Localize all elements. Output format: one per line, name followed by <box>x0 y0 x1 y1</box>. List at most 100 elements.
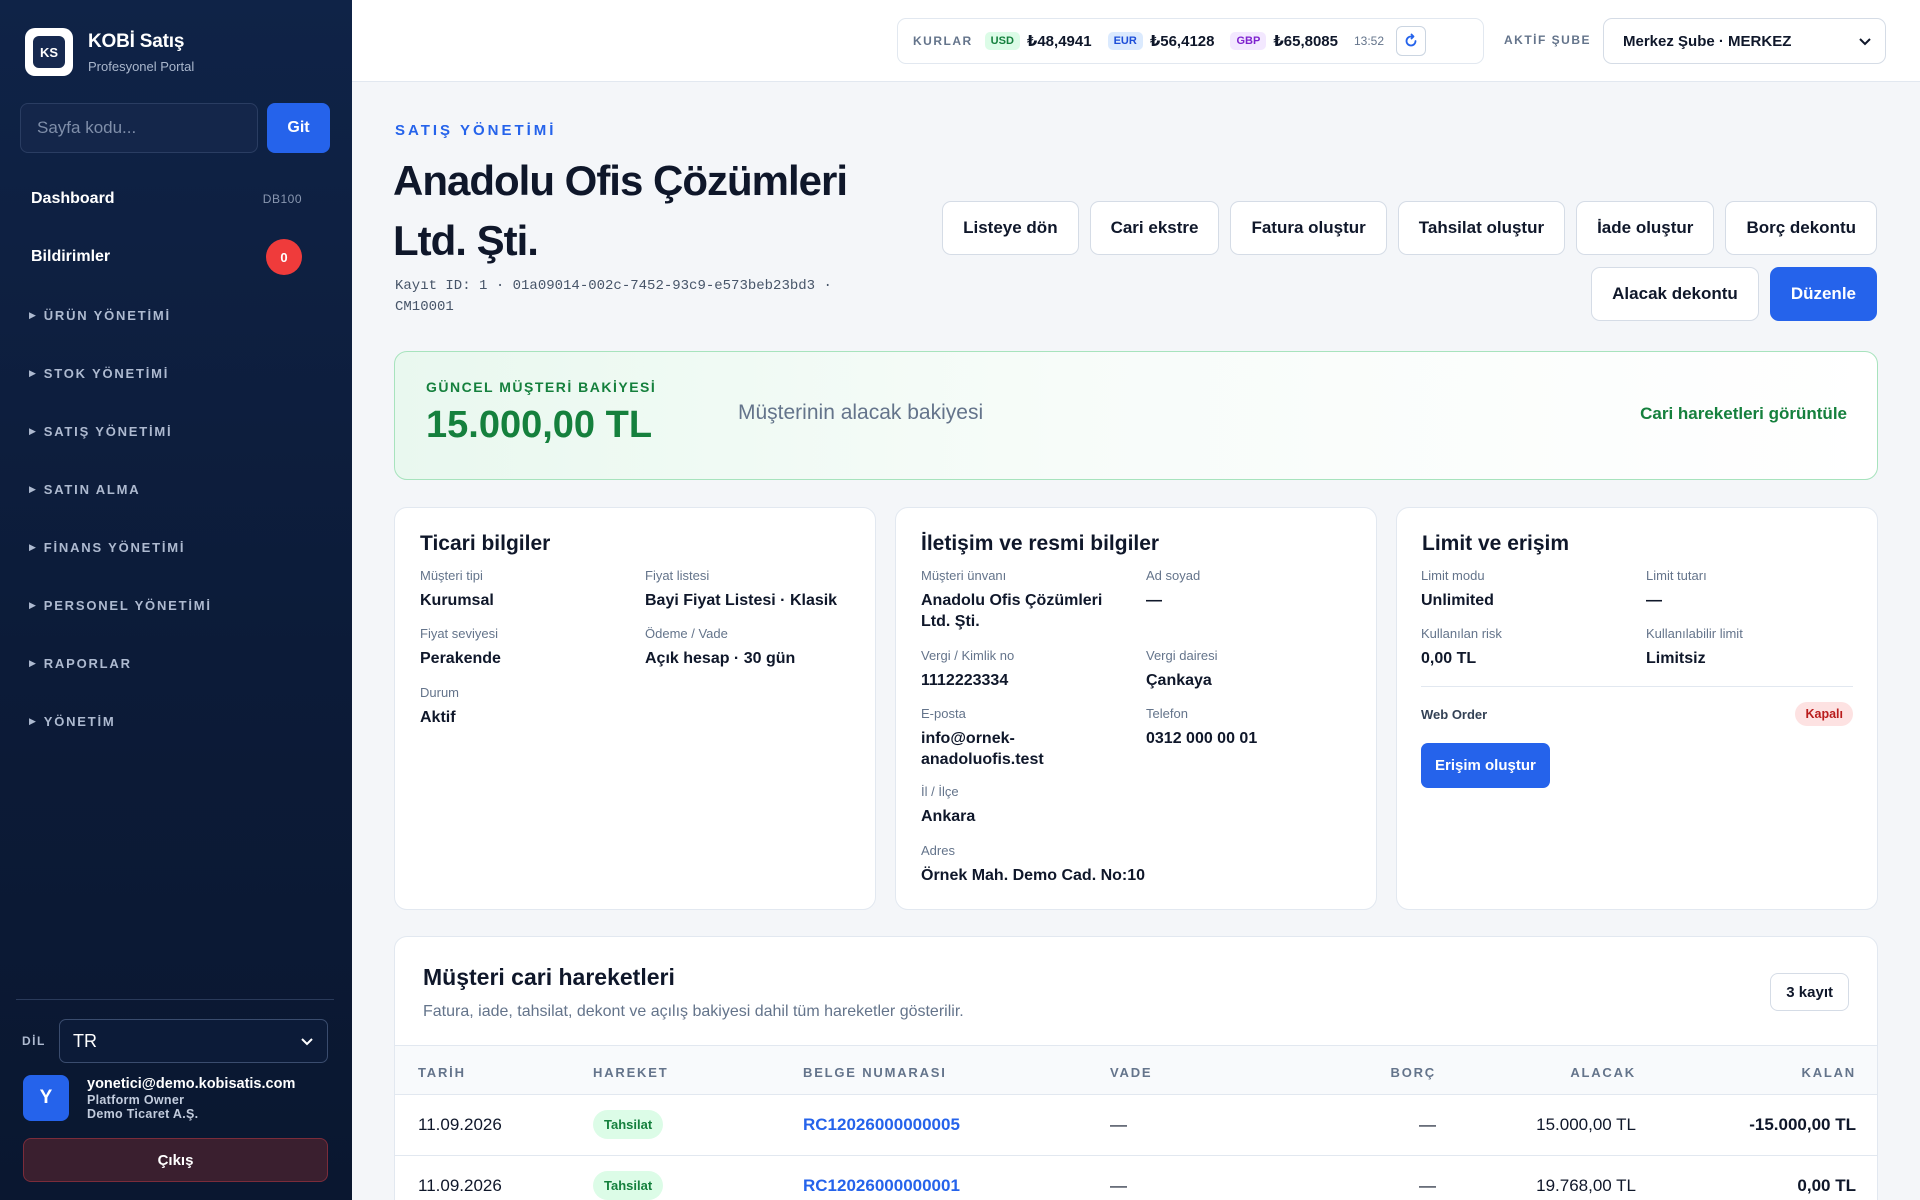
cell-credit: 19.768,00 TL <box>1536 1176 1636 1195</box>
card-title: Ticari bilgiler <box>420 532 551 555</box>
field-full-name: Ad soyad — <box>1146 568 1356 611</box>
field-value: — <box>1646 592 1662 609</box>
back-to-list-button[interactable]: Listeye dön <box>942 201 1079 255</box>
language-label: DİL <box>22 1034 46 1048</box>
field-label: Ad soyad <box>1146 568 1201 583</box>
field-label: Fiyat listesi <box>645 568 710 583</box>
user-card: Y yonetici@demo.kobisatis.com Platform O… <box>23 1075 295 1121</box>
sidebar-item-dashboard[interactable]: Dashboard DB100 <box>0 170 352 228</box>
sidebar-section-purchasing[interactable]: ▶ SATIN ALMA <box>0 460 352 518</box>
section-label: STOK YÖNETİMİ <box>43 365 170 381</box>
sidebar-section-sales[interactable]: ▶ SATIŞ YÖNETİMİ <box>0 402 352 460</box>
cell-date: 11.09.2026 <box>418 1115 502 1134</box>
brand-logo: KS <box>25 28 73 76</box>
field-customer-type: Müşteri tipi Kurumsal <box>420 568 630 611</box>
email-link[interactable]: info@ornek-anadoluofis.test <box>921 728 1111 770</box>
logo-text: KS <box>33 36 65 68</box>
sidebar-section-reports[interactable]: ▶ RAPORLAR <box>0 634 352 692</box>
record-id: Kayıt ID: 1 · 01a09014-002c-7452-93c9-e5… <box>395 278 832 315</box>
limit-access-card: Limit ve erişim Limit modu Unlimited Lim… <box>1396 507 1878 910</box>
rate-value-usd: ₺48,4941 <box>1026 33 1092 50</box>
document-link[interactable]: RC12026000000005 <box>803 1115 960 1135</box>
field-value: 0312 000 00 01 <box>1146 730 1258 747</box>
field-value: Açık hesap · 30 gün <box>645 650 796 667</box>
field-value: Limitsiz <box>1646 650 1706 667</box>
contact-info-card: İletişim ve resmi bilgiler Müşteri ünvan… <box>895 507 1377 910</box>
field-limit-amount: Limit tutarı — <box>1646 568 1856 611</box>
sidebar-section-finance[interactable]: ▶ FİNANS YÖNETİMİ <box>0 518 352 576</box>
field-value: Perakende <box>420 650 501 667</box>
balance-label: GÜNCEL MÜŞTERİ BAKİYESİ <box>426 379 657 395</box>
branch-label: AKTİF ŞUBE <box>1504 33 1591 47</box>
document-link[interactable]: RC12026000000001 <box>803 1176 960 1196</box>
balance-card: GÜNCEL MÜŞTERİ BAKİYESİ 15.000,00 TL Müş… <box>394 351 1878 480</box>
cell-credit: 15.000,00 TL <box>1536 1115 1636 1134</box>
logout-button[interactable]: Çıkış <box>23 1138 328 1182</box>
field-value: Kurumsal <box>420 592 494 609</box>
movement-type-badge: Tahsilat <box>593 1110 664 1139</box>
branch-select[interactable]: Merkez Şube · MERKEZ <box>1603 18 1886 64</box>
page-code-input[interactable] <box>20 103 258 153</box>
view-movements-link[interactable]: Cari hareketleri görüntüle <box>1640 404 1847 424</box>
caret-right-icon: ▶ <box>29 367 38 378</box>
table-row[interactable]: 11.09.2026 Tahsilat RC12026000000001 — —… <box>395 1156 1877 1200</box>
cell-due: — <box>1110 1115 1127 1134</box>
page-code-form: Git <box>20 103 330 153</box>
create-refund-button[interactable]: İade oluştur <box>1576 201 1715 255</box>
go-button[interactable]: Git <box>267 103 330 153</box>
brand[interactable]: KS KOBİ Satış Profesyonel Portal <box>25 28 194 76</box>
sidebar-section-admin[interactable]: ▶ YÖNETİM <box>0 692 352 750</box>
field-customer-title: Müşteri ünvanı Anadolu Ofis Çözümleri Lt… <box>921 568 1131 632</box>
balance-value: 15.000,00 TL <box>426 404 653 446</box>
credit-note-button[interactable]: Alacak dekontu <box>1591 267 1759 321</box>
section-label: SATIN ALMA <box>43 481 141 497</box>
column-header-debit: BORÇ <box>1390 1065 1436 1080</box>
rate-value-eur: ₺56,4128 <box>1149 33 1215 50</box>
caret-right-icon: ▶ <box>29 483 38 494</box>
card-title: Limit ve erişim <box>1422 532 1570 555</box>
section-label: PERSONEL YÖNETİMİ <box>43 597 212 613</box>
field-available-limit: Kullanılabilir limit Limitsiz <box>1646 626 1856 669</box>
balance-description: Müşterinin alacak bakiyesi <box>738 401 984 424</box>
field-value: Çankaya <box>1146 672 1212 689</box>
user-role: Platform Owner <box>87 1092 185 1107</box>
chevron-down-icon <box>301 1038 313 1046</box>
table-row[interactable]: 11.09.2026 Tahsilat RC12026000000005 — —… <box>395 1095 1877 1156</box>
sidebar: KS KOBİ Satış Profesyonel Portal Git Das… <box>0 0 352 1200</box>
sidebar-section-stock[interactable]: ▶ STOK YÖNETİMİ <box>0 344 352 402</box>
field-label: Ödeme / Vade <box>645 626 728 641</box>
field-tax-office: Vergi dairesi Çankaya <box>1146 648 1356 691</box>
field-value: 0,00 TL <box>1421 650 1477 667</box>
notification-count-badge: 0 <box>266 239 302 275</box>
field-label: Adres <box>921 843 955 858</box>
field-price-level: Fiyat seviyesi Perakende <box>420 626 630 669</box>
edit-button[interactable]: Düzenle <box>1769 267 1877 321</box>
field-value: Bayi Fiyat Listesi · Klasik <box>645 592 838 609</box>
page-code-badge: DB100 <box>262 192 302 206</box>
rates-time: 13:52 <box>1354 34 1385 48</box>
column-header-date: TARİH <box>418 1065 466 1080</box>
sidebar-item-notifications[interactable]: Bildirimler 0 <box>0 228 352 286</box>
create-invoice-button[interactable]: Fatura oluştur <box>1230 201 1387 255</box>
cell-balance: -15.000,00 TL <box>1749 1115 1856 1134</box>
create-collection-button[interactable]: Tahsilat oluştur <box>1397 201 1566 255</box>
column-header-document: BELGE NUMARASI <box>803 1065 947 1080</box>
rate-value-gbp: ₺65,8085 <box>1273 33 1338 50</box>
user-company: Demo Ticaret A.Ş. <box>87 1106 199 1121</box>
debit-note-button[interactable]: Borç dekontu <box>1725 201 1877 255</box>
account-statement-button[interactable]: Cari ekstre <box>1089 201 1220 255</box>
sidebar-section-personnel[interactable]: ▶ PERSONEL YÖNETİMİ <box>0 576 352 634</box>
create-access-button[interactable]: Erişim oluştur <box>1421 743 1550 788</box>
field-city: İl / İlçe Ankara <box>921 784 1131 827</box>
field-label: Durum <box>420 685 460 700</box>
field-label: Limit modu <box>1421 568 1485 583</box>
field-label: Kullanılan risk <box>1421 626 1502 641</box>
caret-right-icon: ▶ <box>29 541 38 552</box>
field-phone: Telefon 0312 000 00 01 <box>1146 706 1356 749</box>
refresh-rates-button[interactable] <box>1396 26 1427 56</box>
sidebar-section-product[interactable]: ▶ ÜRÜN YÖNETİMİ <box>0 286 352 344</box>
column-header-balance: KALAN <box>1801 1065 1856 1080</box>
cell-debit: — <box>1419 1115 1436 1134</box>
language-select[interactable]: TR <box>59 1019 328 1063</box>
field-value: Aktif <box>420 709 456 726</box>
